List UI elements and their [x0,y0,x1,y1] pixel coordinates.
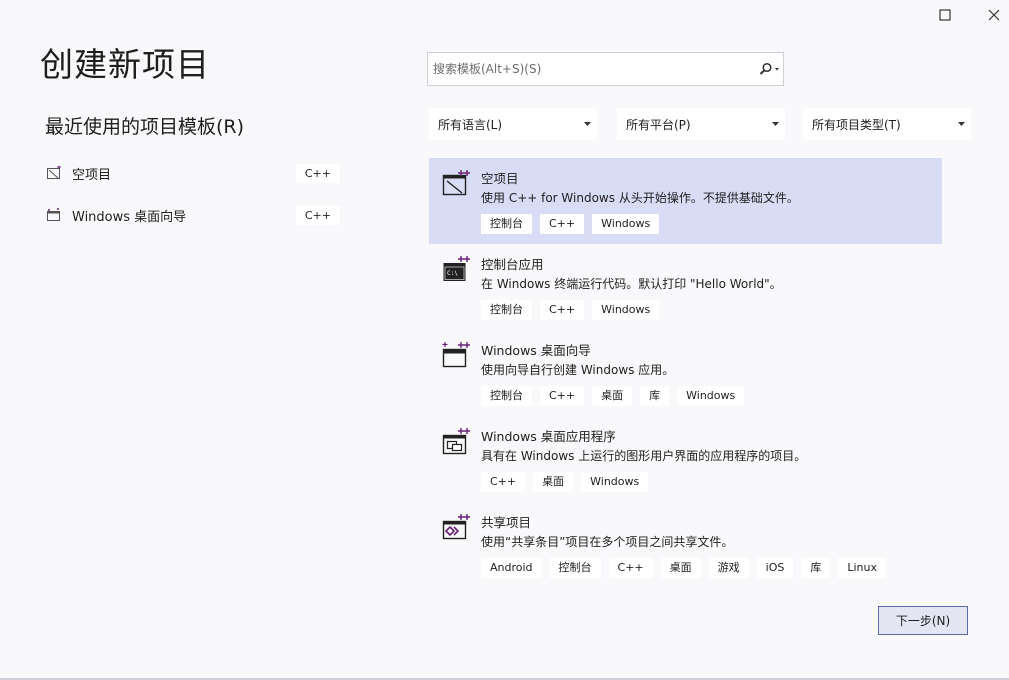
template-tag: 桌面 [660,558,701,578]
template-name: 共享项目 [481,515,532,530]
next-button[interactable]: 下一步(N) [878,606,968,635]
template-tag: Windows [592,214,660,234]
template-name: Windows 桌面应用程序 [481,429,616,444]
template-tags: C++ 桌面 Windows [481,472,649,492]
template-description: 使用“共享条目”项目在多个项目之间共享文件。 [481,535,734,549]
close-icon [988,9,1000,21]
template-tag: 库 [801,558,831,578]
template-desktop-wizard[interactable]: Windows 桌面向导 使用向导自行创建 Windows 应用。 控制台 C+… [429,330,942,416]
template-tags: 控制台 C++ Windows [481,214,660,234]
recent-item-tag: C++ [295,163,340,183]
maximize-icon [939,9,951,21]
desktop-wizard-icon [44,206,64,224]
template-name: 空项目 [481,171,519,186]
recent-item-empty-project[interactable]: 空项目 C++ [44,160,340,186]
console-app-icon: C:\ [441,254,471,284]
language-filter-label: 所有语言(L) [438,117,503,132]
template-tag: 控制台 [481,214,532,234]
template-tags: Android 控制台 C++ 桌面 游戏 iOS 库 Linux [481,558,886,578]
template-console-app[interactable]: C:\ 控制台应用 在 Windows 终端运行代码。默认打印 "Hello W… [429,244,942,330]
search-box[interactable] [427,52,784,86]
template-tag: C++ [540,386,585,406]
template-tag: Linux [838,558,886,578]
template-tags: 控制台 C++ 桌面 库 Windows [481,386,745,406]
template-tag: C++ [608,558,653,578]
recent-templates-title: 最近使用的项目模板(R) [45,116,245,138]
template-tag: 控制台 [549,558,601,578]
page-title: 创建新项目 [40,45,210,84]
template-tag: Windows [677,386,745,406]
template-tag: 控制台 [481,300,532,320]
template-description: 在 Windows 终端运行代码。默认打印 "Hello World"。 [481,277,782,291]
template-desktop-app[interactable]: Windows 桌面应用程序 具有在 Windows 上运行的图形用户界面的应用… [429,416,942,502]
platform-filter-label: 所有平台(P) [626,117,691,132]
recent-item-label: 空项目 [72,167,112,183]
template-description: 使用 C++ for Windows 从头开始操作。不提供基础文件。 [481,191,799,205]
recent-item-label: Windows 桌面向导 [72,209,187,225]
template-shared-project[interactable]: 共享项目 使用“共享条目”项目在多个项目之间共享文件。 Android 控制台 … [429,502,942,588]
template-tags: 控制台 C++ Windows [481,300,660,320]
template-tag: Windows [592,300,660,320]
chevron-down-icon [577,122,597,126]
template-tag: C++ [540,300,585,320]
project-type-filter[interactable]: 所有项目类型(T) [803,108,971,140]
template-tag: C++ [481,472,526,492]
template-name: 控制台应用 [481,257,544,272]
svg-text:C:\: C:\ [447,270,458,277]
template-tag: 桌面 [533,472,574,492]
platform-filter[interactable]: 所有平台(P) [617,108,785,140]
chevron-down-icon [765,122,785,126]
chevron-down-icon [951,122,971,126]
desktop-app-icon [441,426,471,456]
recent-item-desktop-wizard[interactable]: Windows 桌面向导 C++ [44,202,340,228]
desktop-wizard-icon [441,340,471,370]
empty-project-icon [441,168,471,198]
template-tag: 桌面 [592,386,633,406]
template-tag: 库 [640,386,670,406]
template-tag: 控制台 [481,386,532,406]
search-icon[interactable] [755,53,783,85]
template-name: Windows 桌面向导 [481,343,591,358]
template-tag: C++ [540,214,585,234]
template-tag: 游戏 [708,558,749,578]
language-filter[interactable]: 所有语言(L) [429,108,597,140]
shared-project-icon [441,512,471,542]
template-description: 使用向导自行创建 Windows 应用。 [481,363,675,377]
template-empty-project[interactable]: 空项目 使用 C++ for Windows 从头开始操作。不提供基础文件。 控… [429,158,942,244]
template-tag: Windows [581,472,649,492]
project-type-filter-label: 所有项目类型(T) [812,117,901,132]
template-tag: Android [481,558,542,578]
recent-item-tag: C++ [295,205,340,225]
maximize-button[interactable] [933,4,957,26]
search-input[interactable] [433,53,755,85]
close-button[interactable] [982,4,1006,26]
template-tag: iOS [756,558,794,578]
template-description: 具有在 Windows 上运行的图形用户界面的应用程序的项目。 [481,449,807,463]
empty-project-icon [44,164,64,182]
